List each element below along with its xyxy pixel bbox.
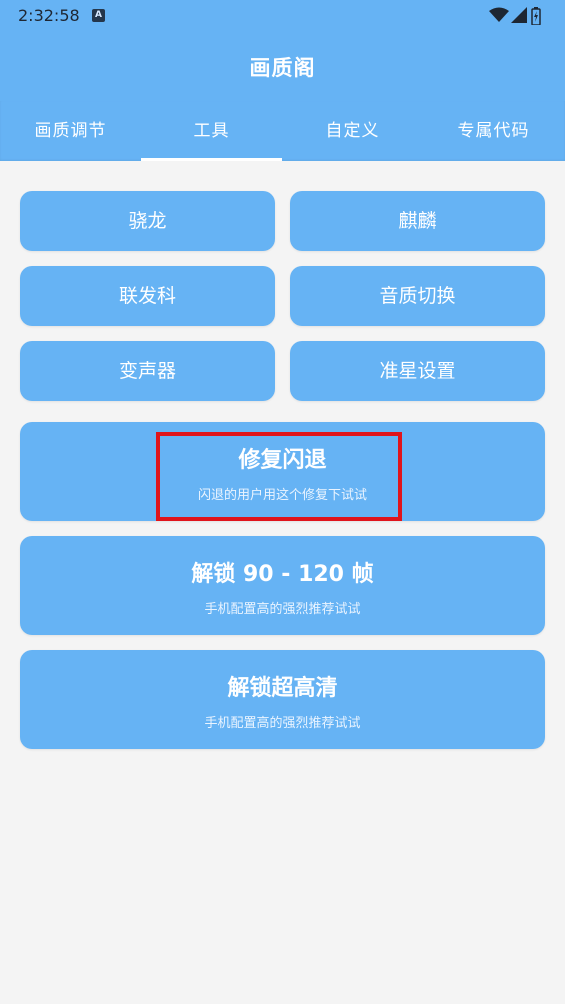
unlock-fps-title: 解锁 90 - 120 帧 bbox=[191, 562, 374, 587]
mediatek-button[interactable]: 联发科 bbox=[20, 266, 275, 326]
status-time: 2:32:58 bbox=[18, 6, 80, 25]
snapdragon-button[interactable]: 骁龙 bbox=[20, 191, 275, 251]
tab-exclusive-code[interactable]: 专属代码 bbox=[423, 101, 564, 161]
fix-crash-title: 修复闪退 bbox=[238, 448, 327, 473]
kirin-button[interactable]: 麒麟 bbox=[290, 191, 545, 251]
notification-app-icon: A bbox=[92, 9, 105, 22]
unlock-uhd-subtitle: 手机配置高的强烈推荐试试 bbox=[204, 716, 361, 731]
app-title: 画质阁 bbox=[249, 56, 316, 80]
status-bar: 2:32:58 A bbox=[0, 0, 565, 32]
tab-bar: 画质调节 工具 自定义 专属代码 bbox=[0, 101, 565, 161]
unlock-90-120-fps-button[interactable]: 解锁 90 - 120 帧 手机配置高的强烈推荐试试 bbox=[20, 536, 545, 635]
cellular-signal-icon bbox=[511, 7, 527, 23]
tab-custom[interactable]: 自定义 bbox=[282, 101, 423, 161]
wifi-icon bbox=[489, 7, 509, 22]
status-indicators bbox=[489, 7, 549, 25]
battery-icon bbox=[531, 7, 541, 25]
unlock-uhd-title: 解锁超高清 bbox=[227, 676, 338, 701]
fix-crash-button[interactable]: 修复闪退 闪退的用户用这个修复下试试 bbox=[20, 422, 545, 521]
app-bar: 画质阁 bbox=[0, 32, 565, 101]
voice-changer-button[interactable]: 变声器 bbox=[20, 341, 275, 401]
crosshair-settings-button[interactable]: 准星设置 bbox=[290, 341, 545, 401]
unlock-fps-subtitle: 手机配置高的强烈推荐试试 bbox=[204, 602, 361, 617]
fix-crash-subtitle: 闪退的用户用这个修复下试试 bbox=[197, 488, 367, 503]
audio-quality-switch-button[interactable]: 音质切换 bbox=[290, 266, 545, 326]
tab-selected-indicator bbox=[141, 158, 282, 161]
tab-tools-label: 工具 bbox=[193, 121, 230, 141]
tab-picture-quality[interactable]: 画质调节 bbox=[0, 101, 141, 161]
unlock-ultra-hd-button[interactable]: 解锁超高清 手机配置高的强烈推荐试试 bbox=[20, 650, 545, 749]
tab-tools[interactable]: 工具 bbox=[141, 101, 282, 161]
